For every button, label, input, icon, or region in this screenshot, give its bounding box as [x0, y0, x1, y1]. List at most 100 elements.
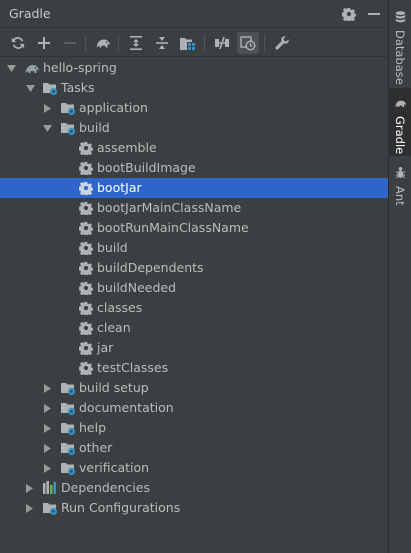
- folder-gear-icon: [42, 80, 58, 96]
- task-label: bootJarMainClassName: [97, 200, 242, 215]
- gear-icon: [78, 320, 94, 336]
- tree-node-task[interactable]: bootJarMainClassName: [0, 198, 388, 218]
- project-label: hello-spring: [43, 60, 117, 75]
- group-label: verification: [79, 460, 150, 475]
- gradle-elephant-icon: [24, 60, 40, 76]
- gradle-elephant-icon: [394, 94, 407, 113]
- tab-database-label: Database: [393, 30, 407, 85]
- chevron-right-icon[interactable]: [42, 398, 52, 418]
- gear-icon: [78, 200, 94, 216]
- chevron-right-icon[interactable]: [42, 458, 52, 478]
- folder-gear-icon: [60, 400, 76, 416]
- task-label: testClasses: [97, 360, 169, 375]
- folder-gear-icon: [60, 100, 76, 116]
- tree-node-task[interactable]: classes: [0, 298, 388, 318]
- tree-node-project[interactable]: hello-spring: [0, 58, 388, 78]
- tool-window-header: Gradle: [0, 0, 388, 28]
- gear-icon: [78, 240, 94, 256]
- tree-node-group[interactable]: help: [0, 418, 388, 438]
- plus-icon[interactable]: [33, 32, 55, 54]
- folder-gear-icon: [60, 120, 76, 136]
- folder-gear-icon: [60, 420, 76, 436]
- gear-icon: [78, 220, 94, 236]
- tree-node-group[interactable]: other: [0, 438, 388, 458]
- gear-icon[interactable]: [339, 4, 359, 24]
- task-label: buildNeeded: [97, 280, 177, 295]
- gradle-elephant-icon[interactable]: [92, 32, 114, 54]
- tree-node-group[interactable]: build setup: [0, 378, 388, 398]
- chevron-right-icon[interactable]: [24, 498, 34, 518]
- wrench-icon[interactable]: [271, 32, 293, 54]
- tree-node-task[interactable]: bootRunMainClassName: [0, 218, 388, 238]
- group-label: other: [79, 440, 113, 455]
- tree-node-task[interactable]: build: [0, 238, 388, 258]
- hide-icon[interactable]: [364, 4, 384, 24]
- task-label: buildDependents: [97, 260, 204, 275]
- refresh-icon[interactable]: [7, 32, 29, 54]
- expand-all-icon[interactable]: [125, 32, 147, 54]
- tree-node-dependencies[interactable]: Dependencies: [0, 478, 388, 498]
- gear-icon: [78, 260, 94, 276]
- chevron-right-icon[interactable]: [42, 418, 52, 438]
- tree-node-run-configurations[interactable]: Run Configurations: [0, 498, 388, 518]
- offline-icon[interactable]: [211, 32, 233, 54]
- gradle-task-tree[interactable]: hello-spring Tasks application build ass…: [0, 58, 388, 553]
- gear-icon: [78, 180, 94, 196]
- chevron-down-icon[interactable]: [6, 58, 16, 78]
- group-label: build setup: [79, 380, 149, 395]
- task-label: bootRunMainClassName: [97, 220, 249, 235]
- chevron-right-icon[interactable]: [42, 438, 52, 458]
- gear-icon: [78, 340, 94, 356]
- tree-node-task[interactable]: assemble: [0, 138, 388, 158]
- group-label: help: [79, 420, 107, 435]
- clock-icon[interactable]: [237, 32, 259, 54]
- tool-window-title: Gradle: [9, 6, 51, 21]
- ant-icon: [395, 164, 406, 183]
- right-tool-stripe: Database Gradle Ant: [388, 0, 411, 553]
- tab-ant-label: Ant: [393, 186, 407, 206]
- tree-node-group[interactable]: documentation: [0, 398, 388, 418]
- task-label: bootBuildImage: [97, 160, 196, 175]
- database-icon: [395, 8, 406, 27]
- tree-node-task[interactable]: clean: [0, 318, 388, 338]
- tree-node-task-selected[interactable]: bootJar: [0, 178, 388, 198]
- task-label: build: [97, 240, 128, 255]
- tree-node-group[interactable]: application: [0, 98, 388, 118]
- task-label: classes: [97, 300, 143, 315]
- chevron-down-icon[interactable]: [25, 78, 35, 98]
- gradle-tool-window: Gradle hello-spring Tasks application bu…: [0, 0, 388, 553]
- chevron-right-icon[interactable]: [42, 378, 52, 398]
- task-label: clean: [97, 320, 131, 335]
- tree-node-task[interactable]: testClasses: [0, 358, 388, 378]
- tree-node-group[interactable]: build: [0, 118, 388, 138]
- group-label: documentation: [79, 400, 174, 415]
- task-label: jar: [97, 340, 114, 355]
- chevron-right-icon[interactable]: [42, 98, 52, 118]
- tree-node-task[interactable]: buildDependents: [0, 258, 388, 278]
- gear-icon: [78, 300, 94, 316]
- chevron-down-icon[interactable]: [42, 118, 52, 138]
- group-label: application: [79, 100, 148, 115]
- folder-grid-icon[interactable]: [177, 32, 199, 54]
- task-label: bootJar: [97, 180, 142, 195]
- gear-icon: [78, 140, 94, 156]
- tree-node-group[interactable]: verification: [0, 458, 388, 478]
- gear-icon: [78, 160, 94, 176]
- gear-icon: [78, 360, 94, 376]
- gear-icon: [78, 280, 94, 296]
- tab-gradle[interactable]: Gradle: [389, 88, 411, 156]
- tab-ant[interactable]: Ant: [389, 160, 411, 208]
- folder-gear-icon: [60, 460, 76, 476]
- dependencies-label: Dependencies: [61, 480, 150, 495]
- tree-node-task[interactable]: jar: [0, 338, 388, 358]
- tab-gradle-label: Gradle: [393, 116, 407, 155]
- tree-node-task[interactable]: bootBuildImage: [0, 158, 388, 178]
- tab-database[interactable]: Database: [389, 6, 411, 85]
- collapse-all-icon[interactable]: [151, 32, 173, 54]
- gradle-toolbar: [0, 29, 388, 57]
- group-label: build: [79, 120, 110, 135]
- tree-node-tasks[interactable]: Tasks: [0, 78, 388, 98]
- minus-icon[interactable]: [59, 32, 81, 54]
- tree-node-task[interactable]: buildNeeded: [0, 278, 388, 298]
- chevron-right-icon[interactable]: [24, 478, 34, 498]
